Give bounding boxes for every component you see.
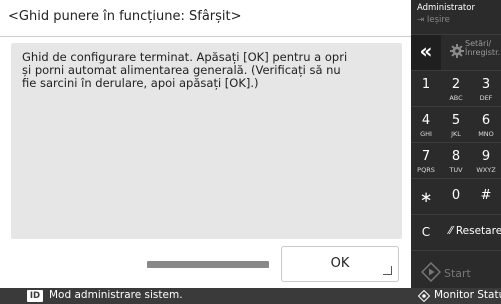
key-0[interactable]: 0 — [441, 179, 471, 214]
diamond-play-icon — [421, 262, 441, 282]
settings-button[interactable]: Setări/ Înregistr. — [441, 35, 501, 70]
key-letters: TUV — [449, 166, 463, 174]
key-5[interactable]: 5 JKL — [441, 107, 471, 142]
status-text: Mod administrare sistem. — [49, 289, 183, 301]
key-letters: PQRS — [417, 166, 435, 174]
start-button[interactable]: Start — [411, 251, 501, 289]
key-asterisk[interactable]: ∗ — [411, 179, 441, 214]
ok-button[interactable]: OK — [281, 246, 399, 282]
message-box: Ghid de configurare terminat. Apăsați [O… — [11, 43, 402, 239]
logout-icon: ⇥ — [417, 15, 425, 25]
keypad-row-2: 4 GHI 5 JKL 6 MNO — [411, 106, 501, 142]
key-digit: ∗ — [419, 188, 433, 206]
key-1[interactable]: 1 — [411, 71, 441, 106]
progress-bar — [147, 261, 269, 268]
key-letters: DEF — [479, 94, 493, 102]
panel-row-clear: C ⁄⁄ Resetare — [411, 214, 501, 250]
keypad-row-4: ∗ 0 # — [411, 178, 501, 214]
key-8[interactable]: 8 TUV — [441, 143, 471, 178]
eye-icon[interactable] — [418, 290, 430, 302]
key-letters: ABC — [449, 94, 463, 102]
clear-label: C — [421, 225, 431, 239]
back-button[interactable]: « — [411, 35, 441, 70]
corner-mark-icon — [383, 266, 392, 275]
key-3[interactable]: 3 DEF — [471, 71, 501, 106]
start-label: Start — [444, 267, 471, 280]
key-digit: 7 — [421, 149, 431, 164]
key-digit: 0 — [451, 188, 461, 203]
key-letters: WXYZ — [476, 166, 496, 174]
status-monitor-button[interactable]: Monitor Statut — [434, 289, 501, 301]
keypad-row-3: 7 PQRS 8 TUV 9 WXYZ — [411, 142, 501, 178]
key-digit: 5 — [451, 113, 461, 128]
reset-button[interactable]: ⁄⁄ Resetare — [441, 215, 501, 250]
admin-name: Administrator — [417, 3, 475, 13]
reset-label: ⁄⁄ Resetare — [449, 225, 501, 237]
settings-label: Setări/ Înregistr. — [465, 39, 501, 57]
admin-login-box[interactable]: Administrator ⇥ Ieșire — [411, 0, 501, 34]
key-digit: 9 — [481, 149, 491, 164]
id-badge: ID — [27, 290, 43, 302]
key-hash[interactable]: # — [471, 179, 501, 214]
clear-button[interactable]: C — [411, 215, 441, 250]
message-text: Ghid de configurare terminat. Apăsați [O… — [22, 50, 348, 90]
main-screen: <Ghid punere în funcțiune: Sfârșit> Ghid… — [0, 0, 411, 288]
key-digit: 4 — [421, 113, 431, 128]
key-7[interactable]: 7 PQRS — [411, 143, 441, 178]
panel-row-top: « Setări/ Înregistr. — [411, 34, 501, 70]
page-title: <Ghid punere în funcțiune: Sfârșit> — [8, 9, 242, 24]
key-digit: 3 — [481, 77, 491, 92]
key-letters: MNO — [478, 130, 494, 138]
logout-text: Ieșire — [426, 15, 450, 25]
key-digit: 8 — [451, 149, 461, 164]
key-digit: 1 — [421, 77, 431, 92]
key-digit: 2 — [451, 77, 461, 92]
gear-icon — [450, 44, 464, 58]
key-letters: GHI — [420, 130, 432, 138]
ok-button-label: OK — [330, 256, 350, 271]
key-4[interactable]: 4 GHI — [411, 107, 441, 142]
key-digit: 6 — [481, 113, 491, 128]
key-9[interactable]: 9 WXYZ — [471, 143, 501, 178]
side-panel: Administrator ⇥ Ieșire « Setări/ Înregis… — [411, 0, 501, 288]
logout-label: ⇥ Ieșire — [417, 15, 450, 25]
double-chevron-left-icon: « — [419, 39, 433, 63]
key-digit: # — [480, 188, 492, 203]
keypad-row-1: 1 2 ABC 3 DEF — [411, 70, 501, 106]
key-2[interactable]: 2 ABC — [441, 71, 471, 106]
status-bar: ID Mod administrare sistem. Monitor Stat… — [0, 288, 501, 304]
key-letters: JKL — [451, 130, 461, 138]
title-bar: <Ghid punere în funcțiune: Sfârșit> — [0, 0, 411, 37]
key-6[interactable]: 6 MNO — [471, 107, 501, 142]
panel-row-start: Start — [411, 250, 501, 288]
